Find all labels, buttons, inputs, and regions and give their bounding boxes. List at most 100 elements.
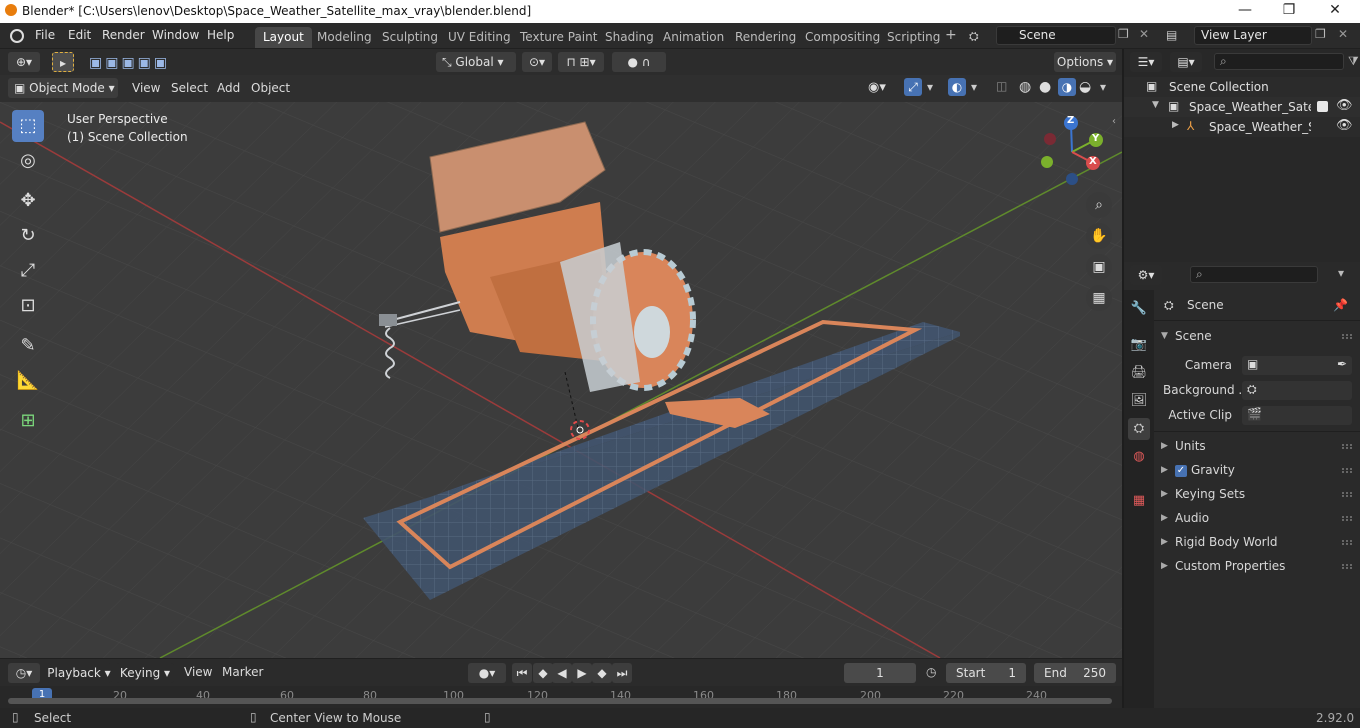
visibility-eye-icon[interactable]: 👁 — [1336, 98, 1353, 113]
blender-menu-icon[interactable] — [10, 29, 24, 43]
drag-handle-icon[interactable] — [1342, 444, 1352, 449]
navigation-gizmo[interactable]: Z Y X — [1040, 114, 1110, 186]
neg-y-axis-handle[interactable] — [1041, 156, 1053, 168]
snap-button[interactable]: ⊓ ⊞▾ — [558, 52, 604, 72]
tab-texture-paint[interactable]: Texture Paint — [512, 27, 605, 48]
close-window-button[interactable]: ✕ — [1312, 0, 1358, 23]
drag-handle-icon[interactable] — [1342, 334, 1352, 339]
view-layer-icon[interactable]: ▤ — [1166, 28, 1177, 42]
tab-animation[interactable]: Animation — [655, 27, 732, 48]
menu-file[interactable]: File — [35, 28, 55, 42]
scene-selector-icon[interactable]: ⛭ — [969, 29, 979, 44]
proportional-edit-button[interactable]: ● ∩ — [612, 52, 666, 72]
menu-help[interactable]: Help — [207, 28, 234, 42]
annotate-tool-icon[interactable]: ✎ — [12, 330, 44, 362]
zoom-icon[interactable]: ⌕ — [1086, 192, 1112, 218]
menu-edit[interactable]: Edit — [68, 28, 91, 42]
tab-scripting[interactable]: Scripting — [879, 27, 948, 48]
gravity-panel-header[interactable]: ▶ ✓ Gravity — [1154, 459, 1360, 482]
minimize-button[interactable]: — — [1222, 0, 1268, 23]
tab-sculpting[interactable]: Sculpting — [374, 27, 446, 48]
outliner-row-satellite-collection[interactable]: ▼ ▣ Space_Weather_Satellite 👁 — [1124, 97, 1360, 117]
custom-properties-panel-header[interactable]: ▶ Custom Properties — [1154, 555, 1360, 578]
timeline-scrollbar[interactable] — [8, 698, 1112, 704]
properties-editor-type-button[interactable]: ⚙▾ — [1130, 265, 1162, 285]
menu-render[interactable]: Render — [102, 28, 145, 42]
xray-icon[interactable]: ◫ — [996, 79, 1007, 93]
timeline-marker-menu[interactable]: Marker — [222, 665, 263, 679]
tab-modeling[interactable]: Modeling — [309, 27, 380, 48]
drag-handle-icon[interactable] — [1342, 564, 1352, 569]
gizmo-toggle-icon[interactable]: ⤢ — [904, 78, 922, 96]
tool-tab-icon[interactable]: 🔧 — [1128, 298, 1150, 320]
collapse-arrow-icon[interactable]: ▶ — [1172, 120, 1179, 130]
remove-view-layer-icon[interactable]: ✕ — [1338, 27, 1348, 41]
keying-dropdown[interactable]: Keying ▾ — [116, 663, 174, 683]
outliner-display-mode-button[interactable]: ▤▾ — [1170, 52, 1202, 72]
play-button[interactable]: ▶ — [572, 663, 592, 683]
scale-tool-icon[interactable]: ⤢ — [12, 255, 44, 287]
editor-type-button[interactable]: ⊕▾ — [8, 52, 40, 72]
tab-uv-editing[interactable]: UV Editing — [440, 27, 519, 48]
outliner-filter-icon[interactable]: ⧩ — [1348, 54, 1359, 69]
preview-range-icon[interactable]: ◷ — [926, 665, 936, 679]
record-button[interactable]: ●▾ — [468, 663, 506, 683]
wireframe-shading-icon[interactable]: ◍ — [1019, 79, 1031, 95]
tab-shading[interactable]: Shading — [597, 27, 662, 48]
overlay-toggle-icon[interactable]: ◐ — [948, 78, 966, 96]
neg-z-axis-handle[interactable] — [1066, 173, 1078, 185]
jump-start-button[interactable]: ⏮ — [512, 663, 532, 683]
eyedropper-icon[interactable]: ✒ — [1337, 353, 1347, 376]
drag-handle-icon[interactable] — [1342, 540, 1352, 545]
tab-rendering[interactable]: Rendering — [727, 27, 804, 48]
menu-add[interactable]: Add — [217, 81, 240, 95]
sidebar-toggle-icon[interactable]: ‹ — [1112, 116, 1116, 127]
add-cube-tool-icon[interactable]: ⊞ — [12, 405, 44, 437]
add-workspace-icon[interactable]: + — [945, 27, 957, 43]
properties-search-input[interactable]: ⌕ — [1190, 266, 1318, 283]
3d-viewport[interactable]: User Perspective (1) Scene Collection Z … — [0, 102, 1122, 658]
measure-tool-icon[interactable]: 📐 — [12, 365, 44, 397]
move-tool-icon[interactable]: ✥ — [12, 185, 44, 217]
copy-scene-icon[interactable]: ❐ — [1118, 27, 1129, 41]
overlay-dropdown-icon[interactable]: ▾ — [971, 80, 977, 94]
scene-panel-header[interactable]: ▼ Scene — [1154, 325, 1360, 348]
camera-field[interactable]: ▣ ✒ — [1242, 356, 1352, 375]
transform-tool-icon[interactable]: ⊡ — [12, 290, 44, 322]
drag-handle-icon[interactable] — [1342, 492, 1352, 497]
timeline-ruler[interactable]: 1 20 40 60 80 100 120 140 160 180 200 22… — [0, 686, 1122, 708]
select-tool-toggle[interactable]: ▸ — [52, 52, 74, 72]
active-clip-field[interactable]: 🎬 — [1242, 406, 1352, 425]
scene-name-field[interactable]: Scene — [996, 26, 1116, 45]
visibility-icon[interactable]: ◉▾ — [868, 80, 886, 95]
outliner-editor-type-button[interactable]: ☰▾ — [1130, 52, 1162, 72]
scene-tab-icon[interactable]: ⛭ — [1128, 418, 1150, 440]
background-scene-field[interactable]: ⛭ — [1242, 381, 1352, 400]
gravity-checkbox[interactable]: ✓ — [1175, 465, 1187, 477]
expand-arrow-icon[interactable]: ▼ — [1152, 100, 1159, 110]
texture-tab-icon[interactable]: ▦ — [1128, 490, 1150, 512]
tab-compositing[interactable]: Compositing — [797, 27, 888, 48]
object-mode-dropdown[interactable]: ▣ Object Mode ▾ — [8, 78, 118, 98]
render-tab-icon[interactable]: 📷 — [1128, 334, 1150, 356]
outliner-search-input[interactable]: ⌕ — [1214, 53, 1344, 70]
object-visibility-eye-icon[interactable]: 👁 — [1336, 118, 1353, 133]
solid-shading-icon[interactable]: ● — [1039, 79, 1051, 95]
menu-select[interactable]: Select — [171, 81, 208, 95]
menu-view[interactable]: View — [132, 81, 160, 95]
output-tab-icon[interactable]: 🖨 — [1128, 362, 1150, 384]
transform-orientation-dropdown[interactable]: ⤡ Global ▾ — [436, 52, 516, 72]
camera-view-icon[interactable]: ▣ — [1086, 254, 1112, 280]
next-keyframe-button[interactable]: ◆ — [592, 663, 612, 683]
rigid-body-world-panel-header[interactable]: ▶ Rigid Body World — [1154, 531, 1360, 554]
pivot-point-button[interactable]: ⊙▾ — [522, 52, 552, 72]
rotate-tool-icon[interactable]: ↻ — [12, 220, 44, 252]
playback-dropdown[interactable]: Playback ▾ — [46, 663, 112, 683]
maximize-button[interactable]: ❐ — [1266, 0, 1312, 23]
drag-handle-icon[interactable] — [1342, 516, 1352, 521]
gizmo-dropdown-icon[interactable]: ▾ — [927, 80, 933, 94]
current-frame-field[interactable]: 1 — [844, 663, 916, 683]
copy-view-layer-icon[interactable]: ❐ — [1315, 27, 1326, 41]
exclude-checkbox[interactable] — [1317, 101, 1328, 112]
end-frame-field[interactable]: End 250 — [1034, 663, 1116, 683]
